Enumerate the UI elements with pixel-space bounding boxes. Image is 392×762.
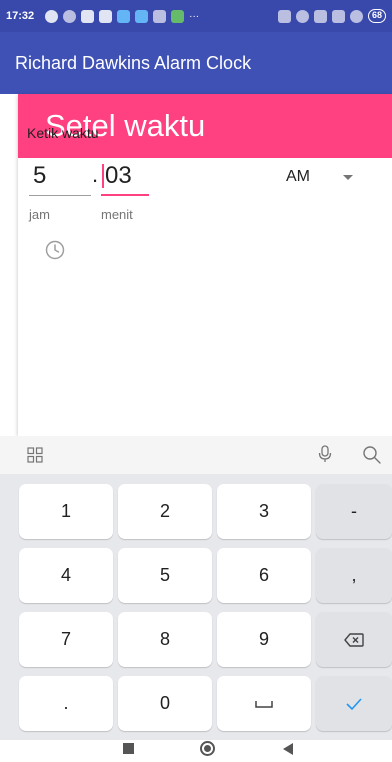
key-done[interactable] (316, 676, 392, 731)
key-backspace[interactable] (316, 612, 392, 667)
ampm-dropdown[interactable]: AM (280, 158, 360, 194)
recents-icon[interactable] (123, 743, 134, 754)
numeric-keyboard: 1 2 3 - 4 5 6 , 7 8 9 . 0 (0, 474, 392, 740)
app-notification-icon-3 (135, 9, 149, 23)
minute-caption: menit (101, 207, 133, 222)
key-4[interactable]: 4 (19, 548, 113, 603)
hour-caption: jam (29, 207, 50, 222)
signal-icon (313, 9, 327, 23)
key-comma[interactable]: , (316, 548, 392, 603)
android-icon (171, 9, 185, 23)
search-icon[interactable] (362, 445, 382, 465)
nav-bar (0, 740, 392, 762)
app-title: Richard Dawkins Alarm Clock (15, 52, 252, 73)
chat-notification-icon (45, 9, 59, 23)
status-right: 68 (277, 9, 386, 23)
type-time-label: Ketik waktu (27, 125, 99, 141)
dropdown-arrow-icon (343, 175, 353, 180)
key-0[interactable]: 0 (118, 676, 212, 731)
back-icon[interactable] (283, 743, 293, 755)
space-icon (255, 700, 273, 708)
hour-value: 5 (33, 162, 47, 189)
mic-icon[interactable] (318, 445, 332, 463)
download-icon (153, 9, 167, 23)
time-separator: . (92, 162, 99, 187)
grid-icon[interactable] (27, 447, 43, 463)
status-time: 17:32 (6, 10, 35, 22)
mute-icon (277, 9, 291, 23)
shopping-bag-icon (81, 9, 95, 23)
time-picker-dialog: Setel waktu (18, 94, 392, 436)
backspace-icon (344, 632, 364, 647)
app-notification-icon (63, 9, 77, 23)
more-notifications: ··· (189, 10, 200, 22)
key-period[interactable]: . (19, 676, 113, 731)
hour-input[interactable]: 5 (29, 156, 91, 196)
minute-input[interactable]: 03 (101, 156, 149, 196)
key-3[interactable]: 3 (217, 484, 311, 539)
clock-icon[interactable] (45, 240, 65, 260)
key-6[interactable]: 6 (217, 548, 311, 603)
app-notification-icon-2 (117, 9, 131, 23)
alarm-icon (295, 9, 309, 23)
key-1[interactable]: 1 (19, 484, 113, 539)
status-left: 17:32 ··· (6, 9, 278, 23)
minute-value: 03 (105, 162, 132, 189)
signal-icon-2 (331, 9, 345, 23)
key-8[interactable]: 8 (118, 612, 212, 667)
app-bar: Richard Dawkins Alarm Clock (0, 32, 392, 94)
checkmark-icon (346, 697, 362, 710)
battery-icon: 68 (367, 9, 386, 23)
text-cursor (102, 164, 104, 188)
ampm-value: AM (286, 168, 310, 185)
status-bar: 17:32 ··· 68 (0, 0, 392, 32)
home-icon[interactable] (200, 741, 215, 756)
key-2[interactable]: 2 (118, 484, 212, 539)
key-9[interactable]: 9 (217, 612, 311, 667)
key-space[interactable] (217, 676, 311, 731)
key-minus[interactable]: - (316, 484, 392, 539)
shopping-bag-icon-2 (99, 9, 113, 23)
keyboard-toolbar (0, 436, 392, 474)
key-7[interactable]: 7 (19, 612, 113, 667)
wifi-icon (349, 9, 363, 23)
key-5[interactable]: 5 (118, 548, 212, 603)
